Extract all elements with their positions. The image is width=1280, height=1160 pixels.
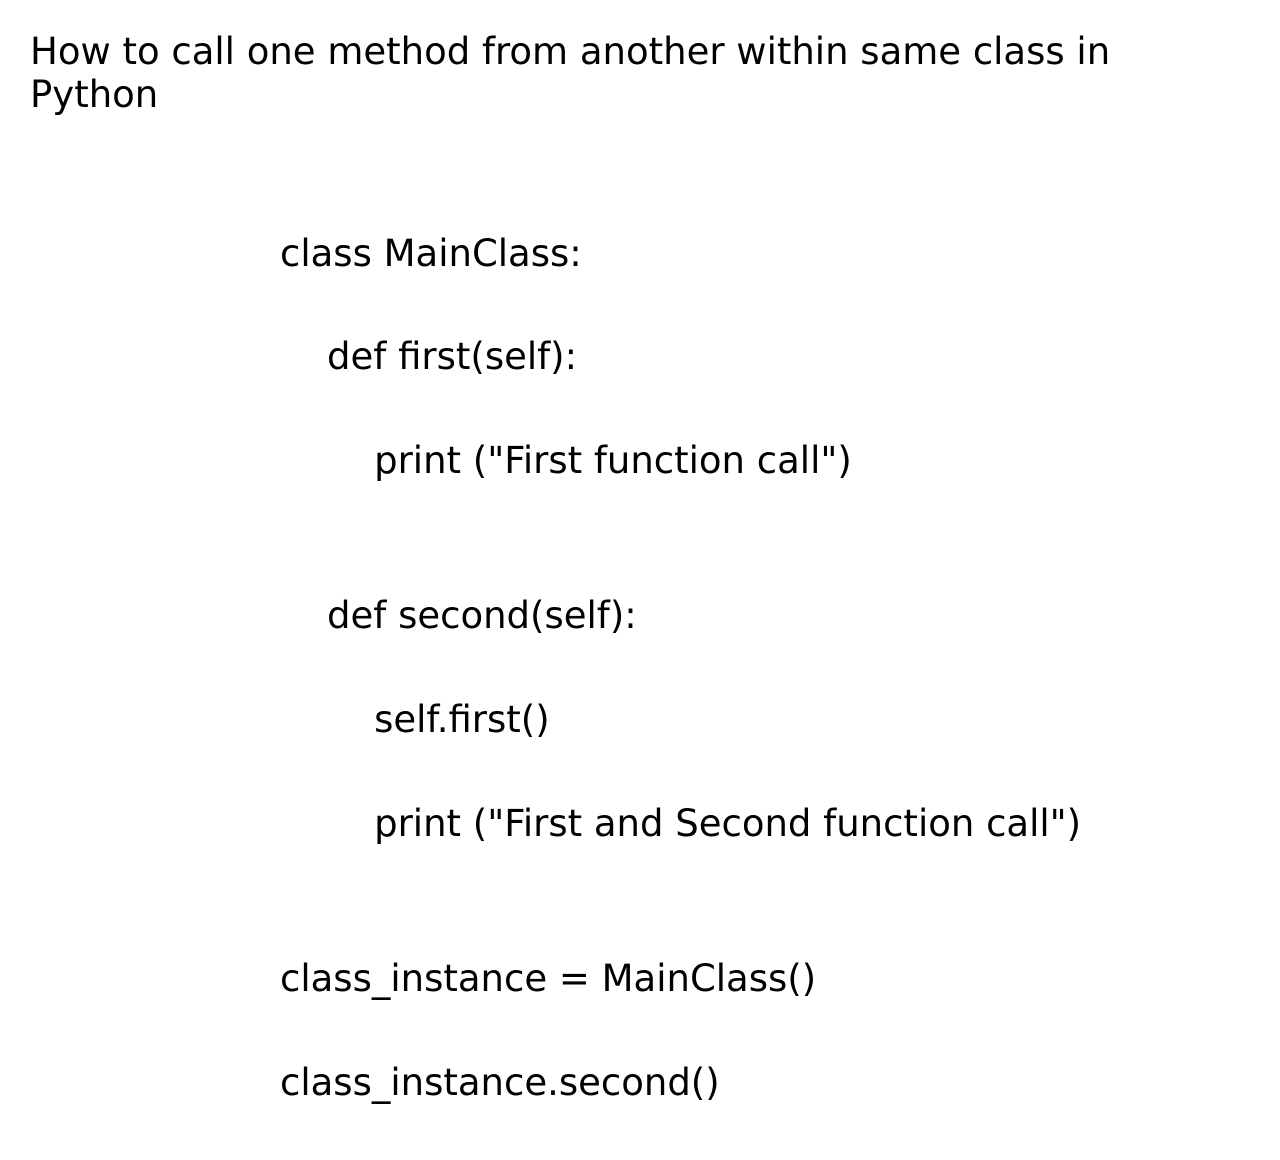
code-example: class MainClass: def first(self): print … xyxy=(280,176,1280,1160)
code-line: class_instance = MainClass() xyxy=(280,953,1280,1005)
code-line: def second(self): xyxy=(280,590,1280,642)
code-line: def first(self): xyxy=(280,331,1280,383)
page-title: How to call one method from another with… xyxy=(0,0,1280,116)
code-line: print ("First and Second function call") xyxy=(280,798,1280,850)
code-line: class_instance.second() xyxy=(280,1057,1280,1109)
code-line: print ("First function call") xyxy=(280,435,1280,487)
code-line: class MainClass: xyxy=(280,228,1280,280)
